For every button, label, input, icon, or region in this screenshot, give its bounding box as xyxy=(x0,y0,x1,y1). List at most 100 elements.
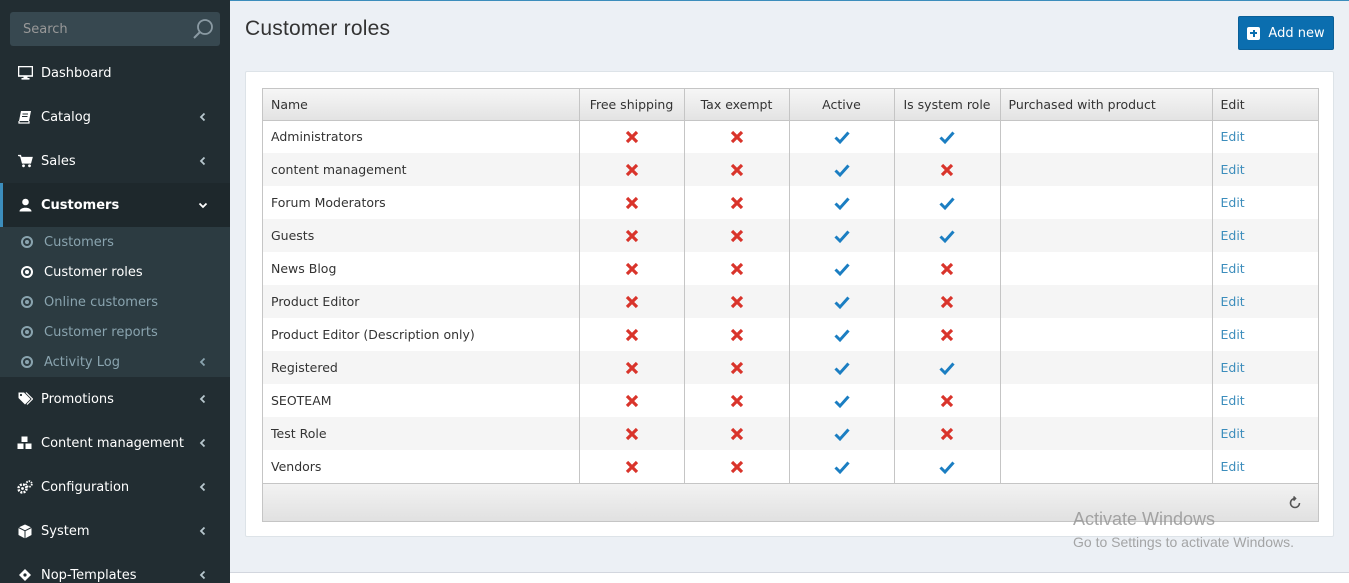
cross-icon xyxy=(625,295,638,308)
sidebar-item-catalog[interactable]: Catalog xyxy=(0,95,230,139)
table-row[interactable]: Product Editor Edit xyxy=(263,285,1318,318)
table-header-row: Name Free shipping Tax exempt Active Is … xyxy=(263,89,1318,121)
cell-free-shipping xyxy=(579,384,685,417)
cell-tax-exempt xyxy=(684,351,790,384)
edit-link[interactable]: Edit xyxy=(1221,426,1245,441)
cell-edit: Edit xyxy=(1212,219,1318,252)
search-icon[interactable] xyxy=(192,18,214,40)
submenu-item-customer-roles[interactable]: Customer roles xyxy=(0,257,230,287)
column-header-name[interactable]: Name xyxy=(263,89,580,121)
cell-purchased-with-product xyxy=(1000,384,1213,417)
check-icon xyxy=(833,395,850,408)
sidebar-menu: Dashboard Catalog Sales Customers Custom… xyxy=(0,51,230,583)
sidebar-item-sales[interactable]: Sales xyxy=(0,139,230,183)
column-header-edit[interactable]: Edit xyxy=(1212,89,1318,121)
table-row[interactable]: Guests Edit xyxy=(263,219,1318,252)
cell-purchased-with-product xyxy=(1000,252,1213,285)
edit-link[interactable]: Edit xyxy=(1221,228,1245,243)
chevron-left-icon xyxy=(199,526,206,536)
sidebar-item-label: Promotions xyxy=(41,391,114,407)
sidebar-item-content-management[interactable]: Content management xyxy=(0,421,230,465)
chevron-left-icon xyxy=(199,570,206,580)
cell-role-name: Product Editor xyxy=(263,285,580,318)
search-input[interactable] xyxy=(10,12,185,46)
submenu-item-online-customers[interactable]: Online customers xyxy=(0,287,230,317)
edit-link[interactable]: Edit xyxy=(1221,162,1245,177)
edit-link[interactable]: Edit xyxy=(1221,261,1245,276)
submenu-item-label: Online customers xyxy=(44,294,159,310)
add-new-button[interactable]: Add new xyxy=(1238,16,1334,50)
plus-square-icon xyxy=(1247,26,1261,40)
edit-link[interactable]: Edit xyxy=(1221,327,1245,342)
submenu-item-label: Customer reports xyxy=(44,324,158,340)
column-header-free-shipping[interactable]: Free shipping xyxy=(579,89,685,121)
check-icon xyxy=(833,428,850,441)
cell-active xyxy=(789,219,895,252)
check-icon xyxy=(939,230,955,243)
cell-free-shipping xyxy=(579,252,685,285)
windows-activation-watermark: Activate Windows Go to Settings to activ… xyxy=(1073,509,1294,550)
sidebar-item-configuration[interactable]: Configuration xyxy=(0,465,230,509)
check-icon xyxy=(833,362,850,375)
edit-link[interactable]: Edit xyxy=(1221,195,1245,210)
edit-link[interactable]: Edit xyxy=(1221,129,1245,144)
submenu-item-activity-log[interactable]: Activity Log xyxy=(0,347,230,377)
sidebar-item-label: Sales xyxy=(41,153,76,169)
sidebar-item-system[interactable]: System xyxy=(0,509,230,553)
cell-is-system-role xyxy=(894,219,1001,252)
user-icon xyxy=(17,197,33,213)
chevron-left-icon xyxy=(199,394,206,404)
table-row[interactable]: Administrators Edit xyxy=(263,120,1318,153)
page-title: Customer roles xyxy=(245,17,391,40)
cross-icon xyxy=(625,394,638,407)
edit-link[interactable]: Edit xyxy=(1221,360,1245,375)
cell-is-system-role xyxy=(894,120,1001,153)
circle-icon xyxy=(21,236,33,248)
cell-tax-exempt xyxy=(684,252,790,285)
table-row[interactable]: Vendors Edit xyxy=(263,450,1318,483)
cell-active xyxy=(789,450,895,483)
sidebar-item-dashboard[interactable]: Dashboard xyxy=(0,51,230,95)
cell-active xyxy=(789,120,895,153)
sidebar-item-nop-templates[interactable]: Nop-Templates xyxy=(0,553,230,583)
column-header-active[interactable]: Active xyxy=(789,89,895,121)
watermark-title: Activate Windows xyxy=(1073,509,1216,529)
table-row[interactable]: News Blog Edit xyxy=(263,252,1318,285)
cross-icon xyxy=(940,394,954,407)
customers-submenu: Customers Customer roles Online customer… xyxy=(0,227,230,377)
cell-is-system-role xyxy=(894,351,1001,384)
book-icon xyxy=(17,109,33,125)
column-header-purchased-with-product[interactable]: Purchased with product xyxy=(1000,89,1213,121)
sidebar-item-promotions[interactable]: Promotions xyxy=(0,377,230,421)
table-row[interactable]: content management Edit xyxy=(263,153,1318,186)
check-icon xyxy=(939,362,955,375)
cross-icon xyxy=(730,229,743,242)
cross-icon xyxy=(730,196,743,209)
table-row[interactable]: Product Editor (Description only) Edit xyxy=(263,318,1318,351)
cell-is-system-role xyxy=(894,417,1001,450)
sidebar-item-label: Nop-Templates xyxy=(41,567,137,583)
column-header-is-system-role[interactable]: Is system role xyxy=(894,89,1001,121)
submenu-item-customer-reports[interactable]: Customer reports xyxy=(0,317,230,347)
table-row[interactable]: Test Role Edit xyxy=(263,417,1318,450)
cell-purchased-with-product xyxy=(1000,186,1213,219)
edit-link[interactable]: Edit xyxy=(1221,393,1245,408)
table-row[interactable]: SEOTEAM Edit xyxy=(263,384,1318,417)
check-icon xyxy=(833,296,850,309)
chevron-left-icon xyxy=(199,112,206,122)
edit-link[interactable]: Edit xyxy=(1221,294,1245,309)
check-icon xyxy=(939,461,955,474)
cross-icon xyxy=(730,262,743,275)
cell-free-shipping xyxy=(579,318,685,351)
sidebar-item-customers[interactable]: Customers xyxy=(0,183,230,227)
table-row[interactable]: Forum Moderators Edit xyxy=(263,186,1318,219)
refresh-icon[interactable] xyxy=(1288,496,1302,510)
cross-icon xyxy=(625,163,638,176)
column-header-tax-exempt[interactable]: Tax exempt xyxy=(684,89,790,121)
edit-link[interactable]: Edit xyxy=(1221,459,1245,474)
submenu-item-customers[interactable]: Customers xyxy=(0,227,230,257)
cell-edit: Edit xyxy=(1212,318,1318,351)
cross-icon xyxy=(730,460,743,473)
cell-free-shipping xyxy=(579,153,685,186)
table-row[interactable]: Registered Edit xyxy=(263,351,1318,384)
